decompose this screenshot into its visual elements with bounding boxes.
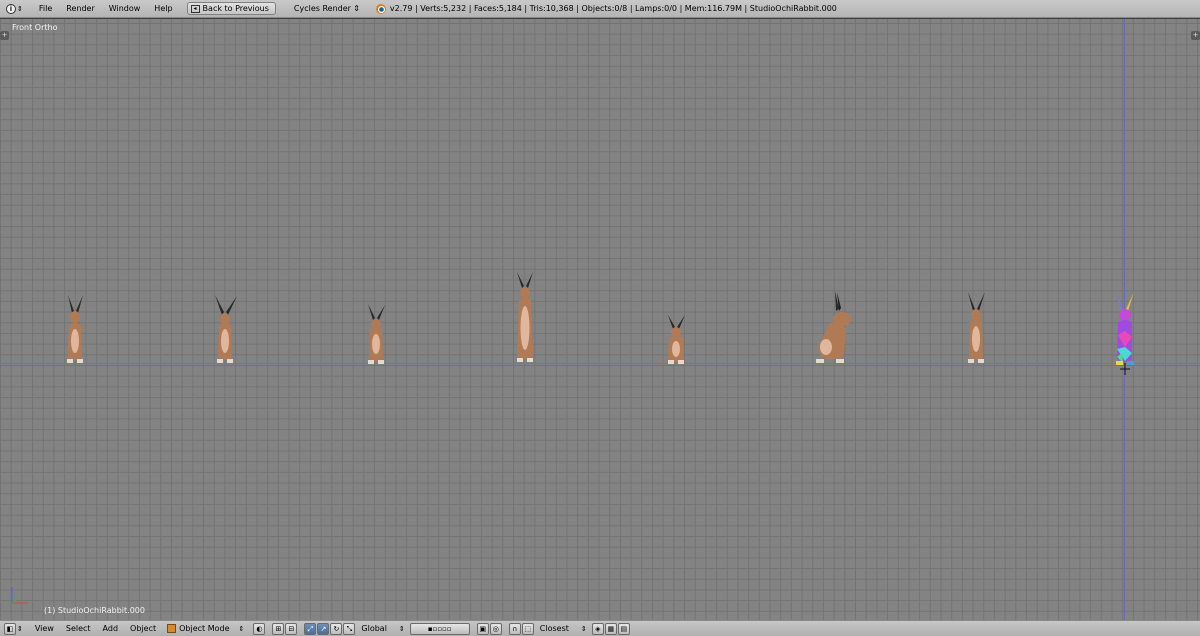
updown-arrow-icon: ⇕ <box>17 4 23 13</box>
opengl-render-icon[interactable]: ◈ <box>591 622 604 635</box>
transform-orientation-select[interactable]: Global ⇕ <box>356 624 409 633</box>
menu-add[interactable]: Add <box>97 624 125 633</box>
render-engine-select[interactable]: Cycles Render ⇕ <box>290 2 364 15</box>
back-to-previous-button[interactable]: ◂ Back to Previous <box>186 2 276 15</box>
rabbit-object-2[interactable] <box>211 293 239 367</box>
updown-arrow-icon: ⇕ <box>580 624 587 633</box>
rabbit-object-selected[interactable] <box>1110 291 1140 377</box>
rabbit-object-3[interactable] <box>363 304 389 367</box>
render-still-icon[interactable]: ▤ <box>617 622 630 635</box>
viewport-shading-icon[interactable]: ◐ <box>253 622 266 635</box>
scene-stats: v2.79 | Verts:5,232 | Faces:5,184 | Tris… <box>375 3 837 14</box>
scale-manipulator-icon[interactable]: ⤡ <box>343 622 356 635</box>
3d-viewport[interactable]: Front Ortho + + (1) StudioOchiRabbit.000 <box>0 19 1200 620</box>
info-icon: i <box>6 3 16 14</box>
back-to-previous-label: Back to Previous <box>202 4 269 13</box>
x-axis-line <box>0 363 1200 364</box>
lock-camera-icon[interactable]: ▣ <box>476 622 489 635</box>
3d-view-editor-icon[interactable]: ◧ <box>4 622 16 635</box>
menu-view[interactable]: View <box>29 624 60 633</box>
render-animation-icon[interactable]: ▦ <box>604 622 617 635</box>
manipulator-toggle-icon[interactable]: ⤢ <box>304 622 317 635</box>
3d-view-header: ◧ ⇕ View Select Add Object Object Mode ⇕… <box>0 620 1200 636</box>
render-engine-label: Cycles Render <box>293 4 351 13</box>
rotate-manipulator-icon[interactable]: ↻ <box>330 622 343 635</box>
interaction-mode-label: Object Mode <box>179 624 230 633</box>
snap-magnet-icon[interactable]: ∩ <box>508 622 521 635</box>
blender-logo-icon <box>375 3 386 14</box>
pivot-only-locations-icon[interactable]: ⊟ <box>285 622 298 635</box>
interaction-mode-select[interactable]: Object Mode ⇕ <box>162 624 249 633</box>
rabbit-object-1[interactable] <box>62 293 88 367</box>
updown-arrow-icon: ⇕ <box>238 624 245 633</box>
rabbit-object-6[interactable] <box>810 289 858 367</box>
pivot-point-icon[interactable]: ⊞ <box>272 622 285 635</box>
view-name: Front Ortho <box>12 23 58 32</box>
info-header: i ⇕ File Render Window Help ◂ Back to Pr… <box>0 0 1200 18</box>
layers-icon[interactable]: ▪▫▫▫▫ <box>409 622 470 635</box>
snap-target-select[interactable]: Closest ⇕ <box>535 624 592 633</box>
rabbit-object-4[interactable] <box>512 272 538 367</box>
menu-help[interactable]: Help <box>148 2 180 16</box>
toolshelf-expand-icon[interactable]: + <box>0 31 9 40</box>
screen-back-icon: ◂ <box>190 4 200 13</box>
menu-render[interactable]: Render <box>60 2 102 16</box>
snap-element-icon[interactable]: ⬚ <box>521 622 534 635</box>
rabbit-object-7[interactable] <box>963 291 989 367</box>
scene-stats-text: v2.79 | Verts:5,232 | Faces:5,184 | Tris… <box>389 4 837 13</box>
properties-expand-icon[interactable]: + <box>1191 31 1200 40</box>
proportional-edit-icon[interactable]: ◎ <box>489 622 502 635</box>
rabbit-object-5[interactable] <box>663 315 689 367</box>
menu-object[interactable]: Object <box>124 624 162 633</box>
axis-gizmo <box>11 587 28 604</box>
updown-arrow-icon: ⇕ <box>398 624 405 633</box>
transform-orientation-label: Global <box>361 624 387 633</box>
active-object-label: (1) StudioOchiRabbit.000 <box>44 606 145 615</box>
updown-arrow-icon: ⇕ <box>17 624 23 633</box>
menu-select[interactable]: Select <box>60 624 97 633</box>
object-cube-icon <box>167 624 177 633</box>
editor-type-button[interactable]: i ⇕ <box>4 2 25 16</box>
translate-manipulator-icon[interactable]: ↗ <box>317 622 330 635</box>
snap-target-label: Closest <box>539 624 569 633</box>
updown-arrow-icon: ⇕ <box>353 4 360 13</box>
menu-file[interactable]: File <box>33 2 60 16</box>
menu-window[interactable]: Window <box>103 2 149 16</box>
